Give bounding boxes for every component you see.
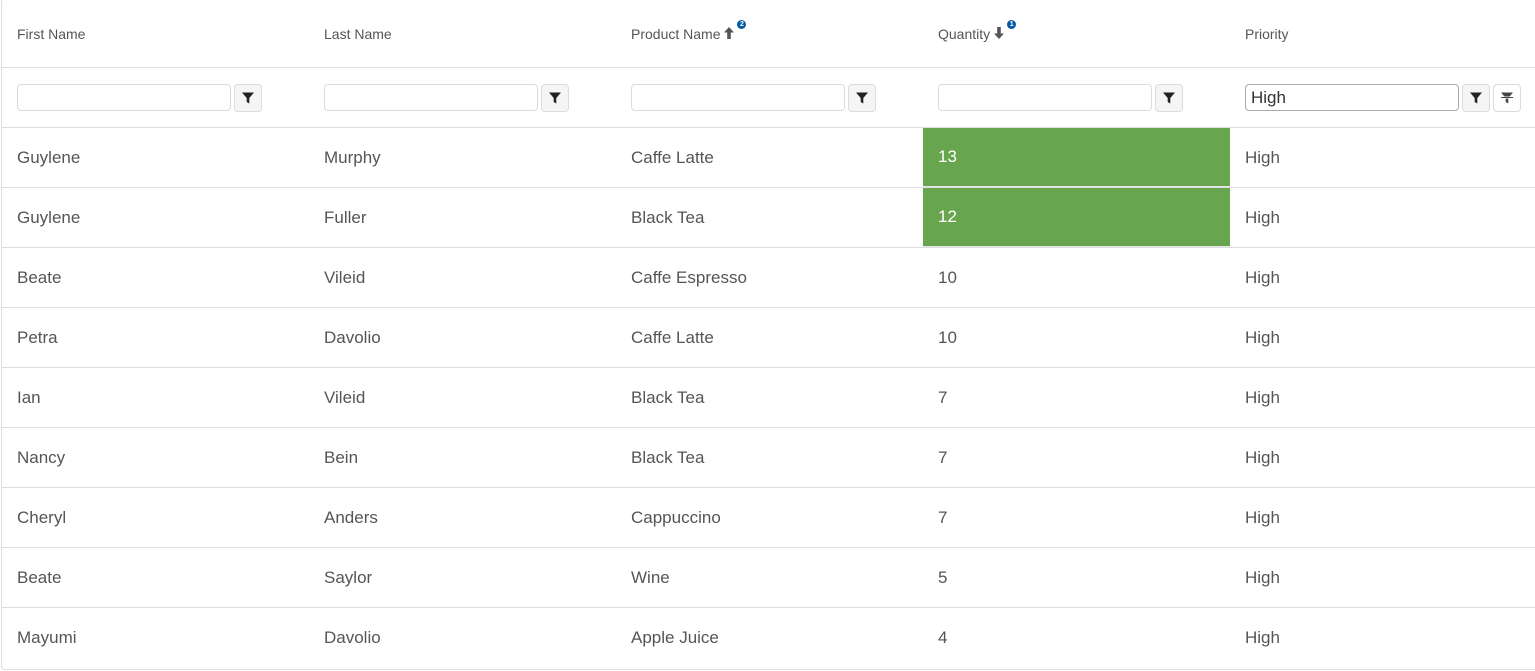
- cell-quantity: 10: [938, 267, 957, 287]
- filter-icon: [549, 92, 561, 103]
- cell-last-name: Anders: [324, 507, 378, 527]
- cell-last-name: Bein: [324, 447, 359, 467]
- cell-quantity: 4: [938, 628, 948, 647]
- filter-cell-priority: [1230, 68, 1535, 127]
- cell-priority: High: [1245, 447, 1280, 467]
- cell-product-name: Black Tea: [631, 387, 705, 407]
- cell-first-name: Ian: [17, 387, 41, 407]
- cell-last-name: Murphy: [324, 147, 381, 167]
- cell-priority: High: [1245, 267, 1280, 287]
- cell-last-name: Davolio: [324, 327, 381, 347]
- filter-cell-last-name: [309, 68, 616, 127]
- sort-order-badge: 1: [1007, 20, 1017, 29]
- cell-last-name: Vileid: [324, 267, 366, 287]
- table-row[interactable]: Guylene Murphy Caffe Latte 13 High: [2, 128, 1535, 188]
- filter-input-quantity[interactable]: [938, 84, 1152, 111]
- cell-priority: High: [1245, 567, 1280, 587]
- sort-indicator: 2: [723, 20, 747, 40]
- cell-last-name: Fuller: [324, 207, 367, 227]
- column-header-label: Last Name: [324, 26, 392, 42]
- filter-icon: [242, 92, 254, 103]
- cell-first-name: Guylene: [17, 147, 81, 167]
- cell-priority: High: [1245, 628, 1280, 647]
- cell-first-name: Petra: [17, 327, 58, 347]
- column-header-label: Priority: [1245, 26, 1289, 42]
- filter-icon: [1163, 92, 1175, 103]
- filter-input-product-name[interactable]: [631, 84, 845, 111]
- table-row[interactable]: Petra Davolio Caffe Latte 10 High: [2, 308, 1535, 368]
- cell-product-name: Black Tea: [631, 447, 705, 467]
- sort-descending-icon: [994, 27, 1005, 39]
- column-header-priority[interactable]: Priority: [1230, 0, 1535, 67]
- table-row[interactable]: Guylene Fuller Black Tea 12 High: [2, 188, 1535, 248]
- header-row: First Name Last Name Product Name 2 Quan…: [2, 0, 1535, 68]
- sort-ascending-icon: [724, 27, 735, 39]
- column-header-first-name[interactable]: First Name: [2, 0, 309, 67]
- cell-priority: High: [1245, 507, 1280, 527]
- filter-button[interactable]: [541, 83, 569, 112]
- clear-filter-icon: [1500, 92, 1514, 103]
- table-row[interactable]: Beate Saylor Wine 5 High: [2, 548, 1535, 608]
- cell-first-name: Mayumi: [17, 628, 77, 647]
- filter-button[interactable]: [234, 83, 262, 112]
- column-header-product-name[interactable]: Product Name 2: [616, 0, 923, 67]
- cell-quantity: 7: [938, 387, 948, 407]
- cell-last-name: Davolio: [324, 628, 381, 647]
- cell-product-name: Wine: [631, 567, 670, 587]
- cell-product-name: Black Tea: [631, 207, 705, 227]
- cell-quantity: 13: [923, 128, 1230, 187]
- filter-icon: [856, 92, 868, 103]
- cell-product-name: Caffe Latte: [631, 327, 714, 347]
- filter-cell-product-name: [616, 68, 923, 127]
- filter-icon: [1470, 92, 1482, 103]
- cell-last-name: Vileid: [324, 387, 366, 407]
- filter-input-priority[interactable]: [1245, 84, 1459, 111]
- column-header-last-name[interactable]: Last Name: [309, 0, 616, 67]
- cell-last-name: Saylor: [324, 567, 373, 587]
- filter-input-first-name[interactable]: [17, 84, 231, 111]
- table-row[interactable]: Beate Vileid Caffe Espresso 10 High: [2, 248, 1535, 308]
- cell-first-name: Guylene: [17, 207, 81, 227]
- cell-quantity: 10: [938, 327, 957, 347]
- cell-quantity: 5: [938, 567, 948, 587]
- data-grid: First Name Last Name Product Name 2 Quan…: [1, 0, 1535, 670]
- sort-indicator: 1: [993, 20, 1017, 40]
- filter-button[interactable]: [848, 83, 876, 112]
- filter-cell-quantity: [923, 68, 1230, 127]
- column-header-label: First Name: [17, 26, 86, 42]
- cell-product-name: Cappuccino: [631, 507, 721, 527]
- cell-priority: High: [1245, 207, 1280, 227]
- table-row[interactable]: Nancy Bein Black Tea 7 High: [2, 428, 1535, 488]
- cell-product-name: Caffe Espresso: [631, 267, 747, 287]
- grid-body: Guylene Murphy Caffe Latte 13 High Guyle…: [2, 128, 1535, 668]
- table-row[interactable]: Mayumi Davolio Apple Juice 4 High: [2, 608, 1535, 668]
- cell-quantity: 12: [923, 188, 1230, 247]
- filter-cell-first-name: [2, 68, 309, 127]
- cell-product-name: Apple Juice: [631, 628, 719, 647]
- filter-button[interactable]: [1155, 83, 1183, 112]
- column-header-label: Product Name: [631, 26, 721, 42]
- filter-button[interactable]: [1462, 83, 1490, 112]
- table-row[interactable]: Ian Vileid Black Tea 7 High: [2, 368, 1535, 428]
- filter-input-last-name[interactable]: [324, 84, 538, 111]
- cell-first-name: Cheryl: [17, 507, 67, 527]
- cell-priority: High: [1245, 147, 1280, 167]
- cell-first-name: Nancy: [17, 447, 66, 467]
- cell-product-name: Caffe Latte: [631, 147, 714, 167]
- cell-quantity: 7: [938, 507, 948, 527]
- cell-first-name: Beate: [17, 267, 62, 287]
- table-row[interactable]: Cheryl Anders Cappuccino 7 High: [2, 488, 1535, 548]
- clear-filter-button[interactable]: [1493, 83, 1521, 112]
- filter-row: [2, 68, 1535, 128]
- sort-order-badge: 2: [737, 20, 747, 29]
- cell-quantity: 7: [938, 447, 948, 467]
- column-header-quantity[interactable]: Quantity 1: [923, 0, 1230, 67]
- column-header-label: Quantity: [938, 26, 991, 42]
- cell-priority: High: [1245, 387, 1280, 407]
- cell-priority: High: [1245, 327, 1280, 347]
- cell-first-name: Beate: [17, 567, 62, 587]
